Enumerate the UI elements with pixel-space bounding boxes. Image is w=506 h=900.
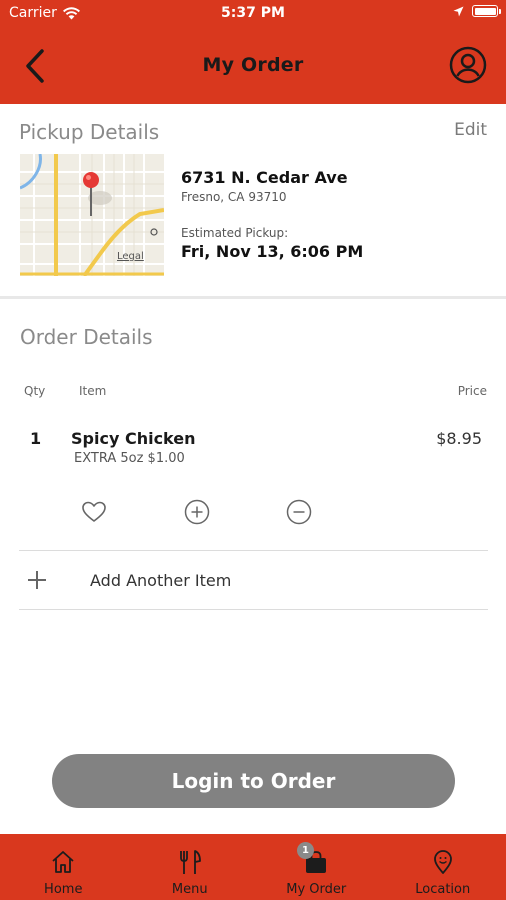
add-another-item-button[interactable]: Add Another Item [19,560,488,600]
item-column-header: Item [79,384,107,398]
tab-menu[interactable]: Menu [127,834,254,900]
location-pin-icon [433,850,452,874]
home-icon [52,851,74,873]
pickup-map[interactable]: Legal [20,154,164,276]
qty-column-header: Qty [24,384,46,398]
line-item-price: $8.95 [436,429,482,448]
decrease-quantity-icon[interactable] [286,499,312,525]
increase-quantity-icon[interactable] [184,499,210,525]
page-title: My Order [202,54,304,76]
tab-location[interactable]: Location [380,834,506,900]
tab-location-label: Location [415,882,471,897]
profile-icon[interactable] [449,46,487,84]
pickup-address-line2: Fresno, CA 93710 [181,190,287,204]
section-divider [0,296,506,299]
price-column-header: Price [457,384,487,398]
top-bar: Carrier 5:37 PM My Order [0,0,506,104]
map-legal-link[interactable]: Legal [117,251,144,262]
order-details-heading: Order Details [20,325,153,349]
favorite-heart-icon[interactable] [81,499,107,525]
divider [19,609,488,610]
status-right [453,5,501,17]
divider [19,550,488,551]
pickup-address-line1: 6731 N. Cedar Ave [181,168,348,187]
tab-my-order-label: My Order [286,882,347,897]
tab-home[interactable]: Home [0,834,127,900]
tab-bar: Home Menu 1 My Order Location [0,834,506,900]
status-time: 5:37 PM [221,5,285,21]
line-item-qty: 1 [30,429,42,448]
location-arrow-icon [453,6,464,16]
line-item-modifier: EXTRA 5oz $1.00 [74,451,185,466]
estimated-pickup-label: Estimated Pickup: [181,226,289,240]
line-item-name[interactable]: Spicy Chicken [71,429,196,448]
status-bar: Carrier 5:37 PM [0,0,506,28]
tab-home-label: Home [44,882,83,897]
estimated-pickup-time: Fri, Nov 13, 6:06 PM [181,242,364,261]
tab-menu-label: Menu [171,882,208,897]
add-another-item-label: Add Another Item [90,571,232,590]
tab-my-order[interactable]: 1 My Order [253,834,380,900]
login-to-order-button[interactable]: Login to Order [52,754,455,808]
plus-icon [28,571,46,589]
fork-knife-icon [179,850,201,874]
battery-icon [472,5,501,17]
pickup-details-heading: Pickup Details [19,120,160,144]
order-count-badge: 1 [297,842,314,859]
edit-pickup-button[interactable]: Edit [454,120,487,140]
